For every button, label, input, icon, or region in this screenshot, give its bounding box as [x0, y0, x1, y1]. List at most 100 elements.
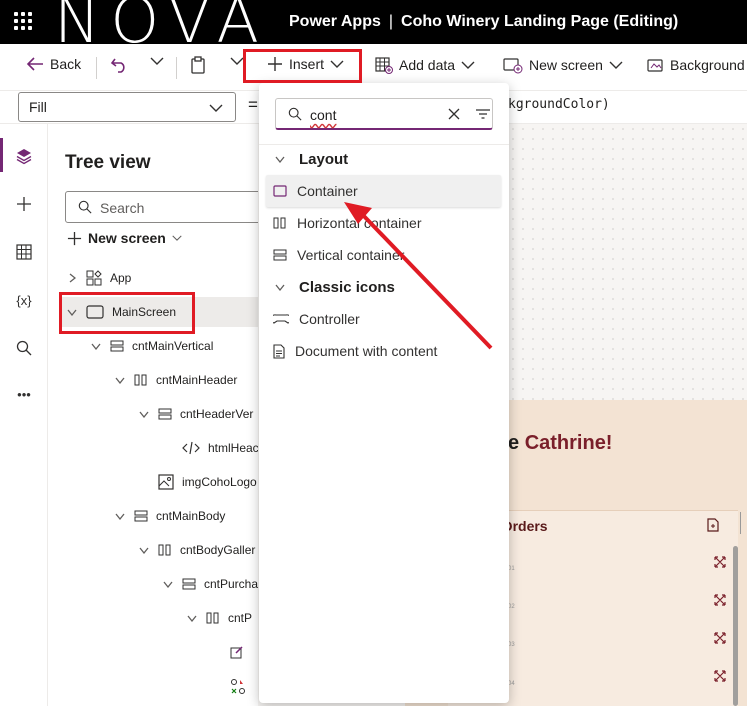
horizontal-container-icon — [134, 374, 147, 386]
undo-dropdown-chevron-icon[interactable] — [150, 56, 164, 66]
title-separator: | — [388, 13, 394, 30]
tree-node-label: App — [110, 271, 132, 285]
left-rail: {x} ••• — [0, 124, 48, 706]
menu-item-label: Controller — [299, 311, 360, 327]
tree-node-imgcohologo[interactable]: imgCohoLogo — [138, 467, 257, 497]
chevron-down-icon — [90, 343, 102, 350]
tree-node-label: imgCohoLogo — [182, 475, 257, 489]
active-indicator — [0, 138, 3, 172]
tree-node-edit[interactable] — [230, 637, 244, 667]
app-title: Coho Winery Landing Page (Editing) — [401, 13, 679, 30]
tree-node-label: cntP — [228, 611, 253, 625]
paste-button[interactable] — [190, 56, 206, 74]
undo-icon — [110, 58, 125, 73]
app-launcher-icon[interactable] — [14, 12, 32, 30]
image-icon — [158, 474, 174, 490]
tree-node-htmlheader[interactable]: htmlHeac — [162, 433, 259, 463]
tree-node-controls[interactable] — [230, 671, 246, 701]
menu-item-horizontal-container[interactable]: Horizontal container — [266, 207, 501, 239]
new-screen-button[interactable]: New screen — [503, 56, 623, 74]
search-icon — [78, 200, 92, 214]
horizontal-container-icon — [206, 612, 219, 624]
background-button[interactable]: Background — [646, 56, 745, 74]
new-screen-label: New screen — [88, 230, 166, 246]
tree-node-cntpurchase[interactable]: cntPurcha — [162, 569, 258, 599]
back-label: Back — [50, 56, 82, 72]
tree-node-cntmainbody[interactable]: cntMainBody — [114, 501, 225, 531]
formula-input[interactable]: kgroundColor) — [508, 97, 610, 112]
undo-button[interactable] — [110, 56, 128, 74]
chevron-down-icon — [461, 61, 475, 69]
variables-icon[interactable]: {x} — [14, 290, 34, 310]
tree-node-app[interactable]: App — [66, 263, 131, 293]
highlight-box-mainscreen — [59, 292, 195, 334]
group-classic-icons[interactable]: Classic icons — [275, 279, 395, 296]
group-layout[interactable]: Layout — [275, 151, 348, 168]
controls-icon — [231, 679, 245, 694]
add-icon[interactable] — [14, 194, 34, 214]
vertical-container-icon — [134, 510, 148, 522]
new-screen-label: New screen — [529, 57, 603, 73]
layers-icon[interactable] — [14, 146, 34, 166]
tree-node-label: cntPurcha — [204, 577, 259, 591]
expand-icon[interactable] — [714, 555, 726, 573]
menu-item-document-with-content[interactable]: Document with content — [266, 335, 501, 367]
document-icon — [273, 343, 285, 359]
chevron-right-icon — [66, 273, 78, 283]
insert-menu: cont Layout Container Horizontal contain… — [259, 83, 509, 703]
property-value: Fill — [29, 99, 47, 115]
document-icon[interactable] — [707, 518, 719, 537]
property-dropdown[interactable]: Fill — [18, 92, 236, 122]
tree-new-screen-button[interactable]: New screen — [67, 230, 182, 246]
tree-node-cntmainvertical[interactable]: cntMainVertical — [90, 331, 213, 361]
group-label: Layout — [299, 151, 349, 168]
tree-node-label: htmlHeac — [208, 441, 259, 455]
search-icon — [288, 107, 302, 121]
menu-item-label: Horizontal container — [297, 215, 422, 231]
menu-item-container[interactable]: Container — [266, 175, 501, 207]
clear-icon[interactable] — [447, 107, 461, 121]
horizontal-container-icon — [158, 544, 171, 556]
clipboard-icon — [191, 56, 205, 74]
row-code: 02 — [508, 604, 515, 610]
back-button[interactable]: Back — [26, 56, 81, 72]
container-icon — [273, 185, 287, 197]
horizontal-container-icon — [273, 217, 286, 229]
table-add-icon — [375, 57, 393, 74]
tree-node-label: cntHeaderVer — [180, 407, 254, 421]
insert-search-input[interactable]: cont — [275, 98, 493, 130]
menu-item-controller[interactable]: Controller — [266, 303, 501, 335]
tree-search-input[interactable]: Search — [65, 191, 275, 223]
more-icon[interactable]: ••• — [14, 384, 34, 404]
welcome-name: Cathrine! — [524, 432, 613, 454]
search-icon[interactable] — [14, 338, 34, 358]
filter-icon[interactable] — [475, 108, 491, 120]
top-bar: NOVA Power Apps | Coho Winery Landing Page… — [0, 0, 747, 52]
product-name: Power Apps — [289, 13, 381, 30]
chevron-down-icon — [138, 411, 150, 418]
expand-icon[interactable] — [714, 669, 726, 687]
menu-item-label: Document with content — [295, 343, 438, 359]
tree-node-label: cntMainVertical — [132, 339, 214, 353]
highlight-box-insert — [243, 49, 362, 83]
vertical-container-icon — [273, 249, 287, 261]
tree-node-cntbodygallery[interactable]: cntBodyGaller — [138, 535, 255, 565]
plus-icon — [67, 231, 82, 245]
expand-icon[interactable] — [714, 631, 726, 649]
expand-icon[interactable] — [714, 593, 726, 611]
chevron-down-icon — [609, 61, 623, 69]
tree-node-cntmainheader[interactable]: cntMainHeader — [114, 365, 237, 395]
app-icon — [86, 270, 102, 286]
tree-node-cntheaderver[interactable]: cntHeaderVer — [138, 399, 253, 429]
equals-sign: = — [248, 95, 258, 114]
gallery-scrollbar[interactable] — [733, 546, 738, 706]
data-table-icon[interactable] — [14, 242, 34, 262]
group-label: Classic icons — [299, 279, 395, 296]
divider — [96, 57, 97, 79]
paste-dropdown-chevron-icon[interactable] — [230, 56, 244, 66]
tree-node-cntp[interactable]: cntP — [186, 603, 252, 633]
add-data-button[interactable]: Add data — [375, 56, 475, 74]
menu-item-vertical-container[interactable]: Vertical container — [266, 239, 501, 271]
vertical-container-icon — [110, 340, 124, 352]
background-label: Background — [670, 57, 745, 73]
